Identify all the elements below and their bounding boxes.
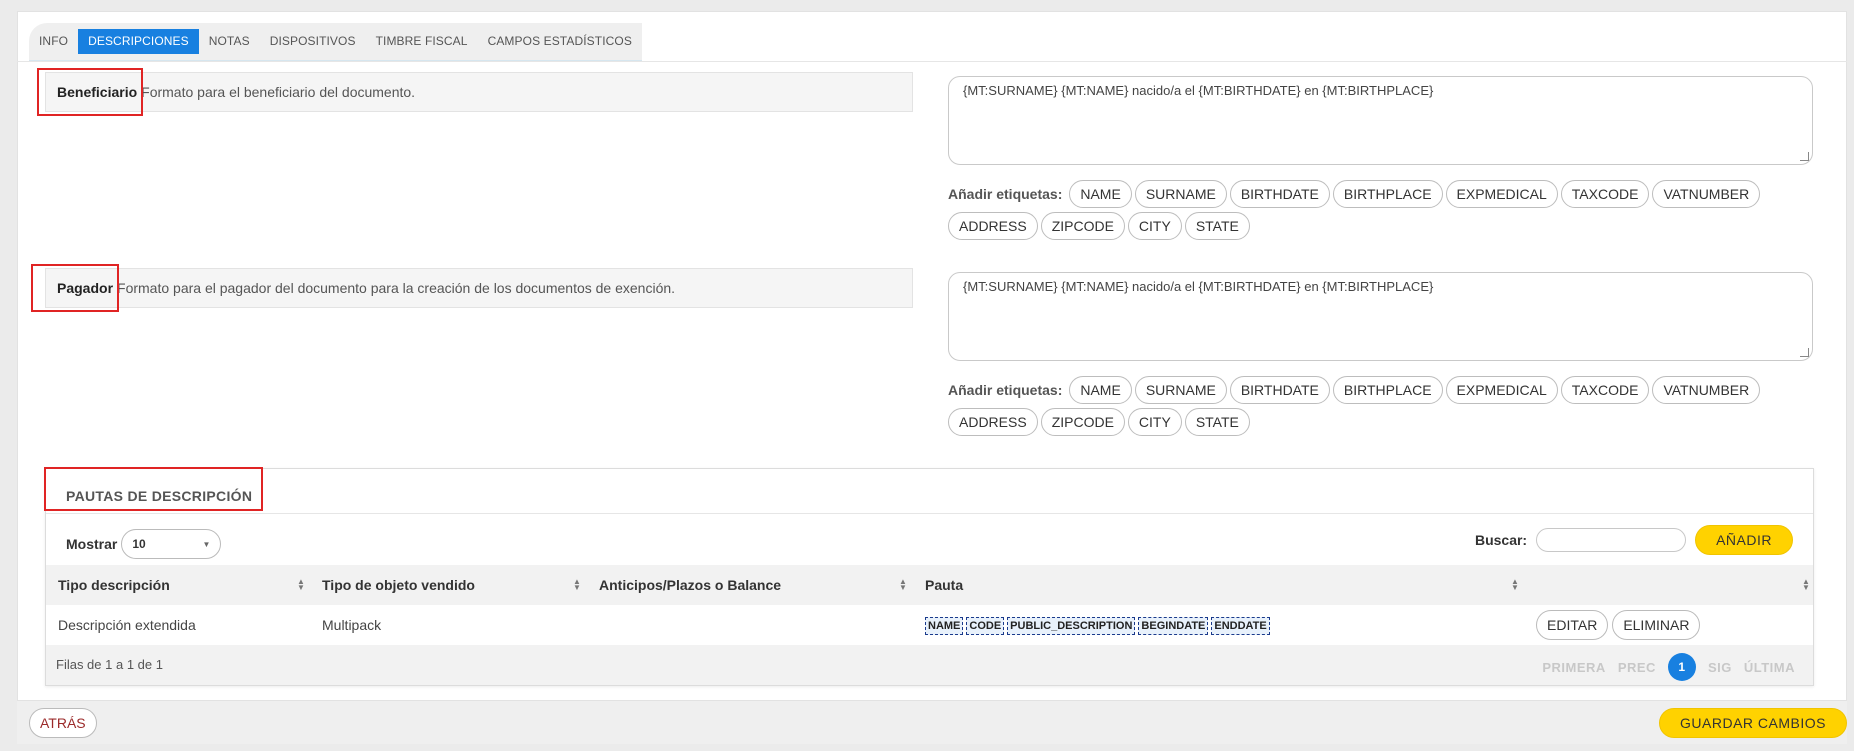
- pauta-chip: CODE: [966, 617, 1005, 636]
- page-size-select[interactable]: 10 ▼: [121, 529, 222, 559]
- tag-expmedical[interactable]: EXPMEDICAL: [1445, 180, 1558, 208]
- sort-icon[interactable]: ▲ ▼: [899, 578, 907, 592]
- tab-bar: INFO DESCRIPCIONES NOTAS DISPOSITIVOS TI…: [29, 23, 642, 61]
- pautas-panel: PAUTAS DE DESCRIPCIÓN Mostrar 10 ▼ Busca…: [45, 468, 1814, 686]
- tag-birthplace[interactable]: BIRTHPLACE: [1332, 376, 1443, 404]
- tab-info[interactable]: INFO: [29, 29, 78, 54]
- sort-icon[interactable]: ▲ ▼: [1511, 578, 1519, 592]
- sort-icon[interactable]: ▲ ▼: [573, 578, 581, 592]
- tag-vatnumber[interactable]: VATNUMBER: [1652, 376, 1761, 404]
- sort-icon[interactable]: ▲ ▼: [1802, 578, 1810, 592]
- panel-divider: [46, 513, 1813, 514]
- tag-address[interactable]: ADDRESS: [948, 212, 1038, 240]
- pager-next[interactable]: SIG: [1708, 660, 1732, 675]
- search-label: Buscar:: [1474, 532, 1528, 548]
- tag-address[interactable]: ADDRESS: [948, 408, 1038, 436]
- tag-taxcode[interactable]: TAXCODE: [1560, 376, 1650, 404]
- pagador-description: Formato para el pagador del documento pa…: [117, 280, 676, 296]
- tab-campos-estadisticos[interactable]: CAMPOS ESTADÍSTICOS: [478, 29, 642, 54]
- col-pauta[interactable]: Pauta: [925, 565, 963, 605]
- table-row: Descripción extendida Multipack NAME CODE…: [46, 605, 1813, 645]
- pagination: PRIMERA PREC 1 SIG ÚLTIMA: [1542, 653, 1795, 681]
- tab-divider: [17, 61, 1847, 62]
- page-size-value: 10: [132, 537, 146, 551]
- pagador-format-value: {MT:SURNAME} {MT:NAME} nacido/a el {MT:B…: [963, 279, 1434, 294]
- sort-icon[interactable]: ▲ ▼: [297, 578, 305, 592]
- search-input[interactable]: [1536, 528, 1687, 552]
- pautas-highlight: [44, 467, 263, 511]
- resize-grip-icon[interactable]: [1800, 348, 1809, 357]
- pagador-tags: Añadir etiquetas: NAME SURNAME BIRTHDATE…: [948, 376, 1768, 436]
- tag-state[interactable]: STATE: [1184, 212, 1250, 240]
- beneficiario-description: Formato para el beneficiario del documen…: [141, 84, 416, 100]
- pauta-chip: NAME: [925, 617, 964, 636]
- footer-bar: ATRÁS GUARDAR CAMBIOS: [17, 700, 1847, 744]
- beneficiario-highlight: [37, 68, 143, 116]
- pagador-highlight: [31, 264, 119, 312]
- delete-button[interactable]: ELIMINAR: [1612, 610, 1701, 640]
- rows-info: Filas de 1 a 1 de 1: [56, 657, 163, 672]
- table-header: Tipo descripción ▲ ▼ Tipo de objeto vendi…: [46, 565, 1813, 605]
- beneficiario-label-box: Beneficiario Formato para el beneficiari…: [45, 72, 913, 112]
- tag-surname[interactable]: SURNAME: [1134, 376, 1227, 404]
- pauta-chip: BEGINDATE: [1138, 617, 1209, 636]
- pagador-label-box: Pagador Formato para el pagador del docu…: [45, 268, 913, 308]
- tag-name[interactable]: NAME: [1069, 376, 1132, 404]
- tag-city[interactable]: CITY: [1127, 408, 1182, 436]
- col-tipo-descripcion[interactable]: Tipo descripción: [58, 565, 170, 605]
- beneficiario-tags: Añadir etiquetas: NAME SURNAME BIRTHDATE…: [948, 180, 1768, 240]
- tab-timbre-fiscal[interactable]: TIMBRE FISCAL: [366, 29, 478, 54]
- pauta-chip: PUBLIC_DESCRIPTION: [1007, 617, 1136, 636]
- search-control: Buscar: AÑADIR: [1475, 525, 1793, 555]
- tags-label: Añadir etiquetas:: [948, 382, 1063, 398]
- tag-zipcode[interactable]: ZIPCODE: [1040, 212, 1125, 240]
- cell-tipo-descripcion: Descripción extendida: [58, 617, 196, 633]
- tag-taxcode[interactable]: TAXCODE: [1560, 180, 1650, 208]
- caret-down-icon: ▼: [202, 539, 211, 549]
- show-label: Mostrar: [66, 536, 118, 552]
- tags-label: Añadir etiquetas:: [948, 186, 1063, 202]
- cell-pauta: NAME CODE PUBLIC_DESCRIPTION BEGINDATE ENDDA…: [925, 605, 1273, 645]
- table-footer: Filas de 1 a 1 de 1 PRIMERA PREC 1 SIG Ú…: [46, 645, 1813, 685]
- save-changes-button[interactable]: GUARDAR CAMBIOS: [1659, 708, 1847, 738]
- tab-descripciones[interactable]: DESCRIPCIONES: [78, 29, 199, 54]
- tag-zipcode[interactable]: ZIPCODE: [1040, 408, 1125, 436]
- tag-birthplace[interactable]: BIRTHPLACE: [1332, 180, 1443, 208]
- col-anticipos[interactable]: Anticipos/Plazos o Balance: [599, 565, 781, 605]
- pauta-chip: ENDDATE: [1211, 617, 1270, 636]
- beneficiario-format-value: {MT:SURNAME} {MT:NAME} nacido/a el {MT:B…: [963, 83, 1434, 98]
- tag-state[interactable]: STATE: [1184, 408, 1250, 436]
- tab-dispositivos[interactable]: DISPOSITIVOS: [260, 29, 366, 54]
- tag-name[interactable]: NAME: [1069, 180, 1132, 208]
- resize-grip-icon[interactable]: [1800, 152, 1809, 161]
- edit-button[interactable]: EDITAR: [1536, 610, 1609, 640]
- tab-notas[interactable]: NOTAS: [199, 29, 260, 54]
- tag-expmedical[interactable]: EXPMEDICAL: [1445, 376, 1558, 404]
- pagador-format-textarea[interactable]: {MT:SURNAME} {MT:NAME} nacido/a el {MT:B…: [948, 272, 1813, 361]
- tag-city[interactable]: CITY: [1127, 212, 1182, 240]
- tag-vatnumber[interactable]: VATNUMBER: [1652, 180, 1761, 208]
- page-size-control: Mostrar 10 ▼: [66, 529, 222, 559]
- tag-birthdate[interactable]: BIRTHDATE: [1229, 376, 1330, 404]
- pager-prev[interactable]: PREC: [1618, 660, 1656, 675]
- pager-first[interactable]: PRIMERA: [1542, 660, 1605, 675]
- tag-surname[interactable]: SURNAME: [1134, 180, 1227, 208]
- beneficiario-format-textarea[interactable]: {MT:SURNAME} {MT:NAME} nacido/a el {MT:B…: [948, 76, 1813, 165]
- tag-birthdate[interactable]: BIRTHDATE: [1229, 180, 1330, 208]
- col-tipo-objeto[interactable]: Tipo de objeto vendido: [322, 565, 475, 605]
- cell-actions: EDITAR ELIMINAR: [1536, 605, 1701, 645]
- pager-last[interactable]: ÚLTIMA: [1744, 660, 1795, 675]
- pager-current[interactable]: 1: [1667, 653, 1696, 681]
- back-button[interactable]: ATRÁS: [29, 708, 97, 738]
- add-button[interactable]: AÑADIR: [1695, 525, 1793, 555]
- cell-tipo-objeto: Multipack: [322, 617, 382, 633]
